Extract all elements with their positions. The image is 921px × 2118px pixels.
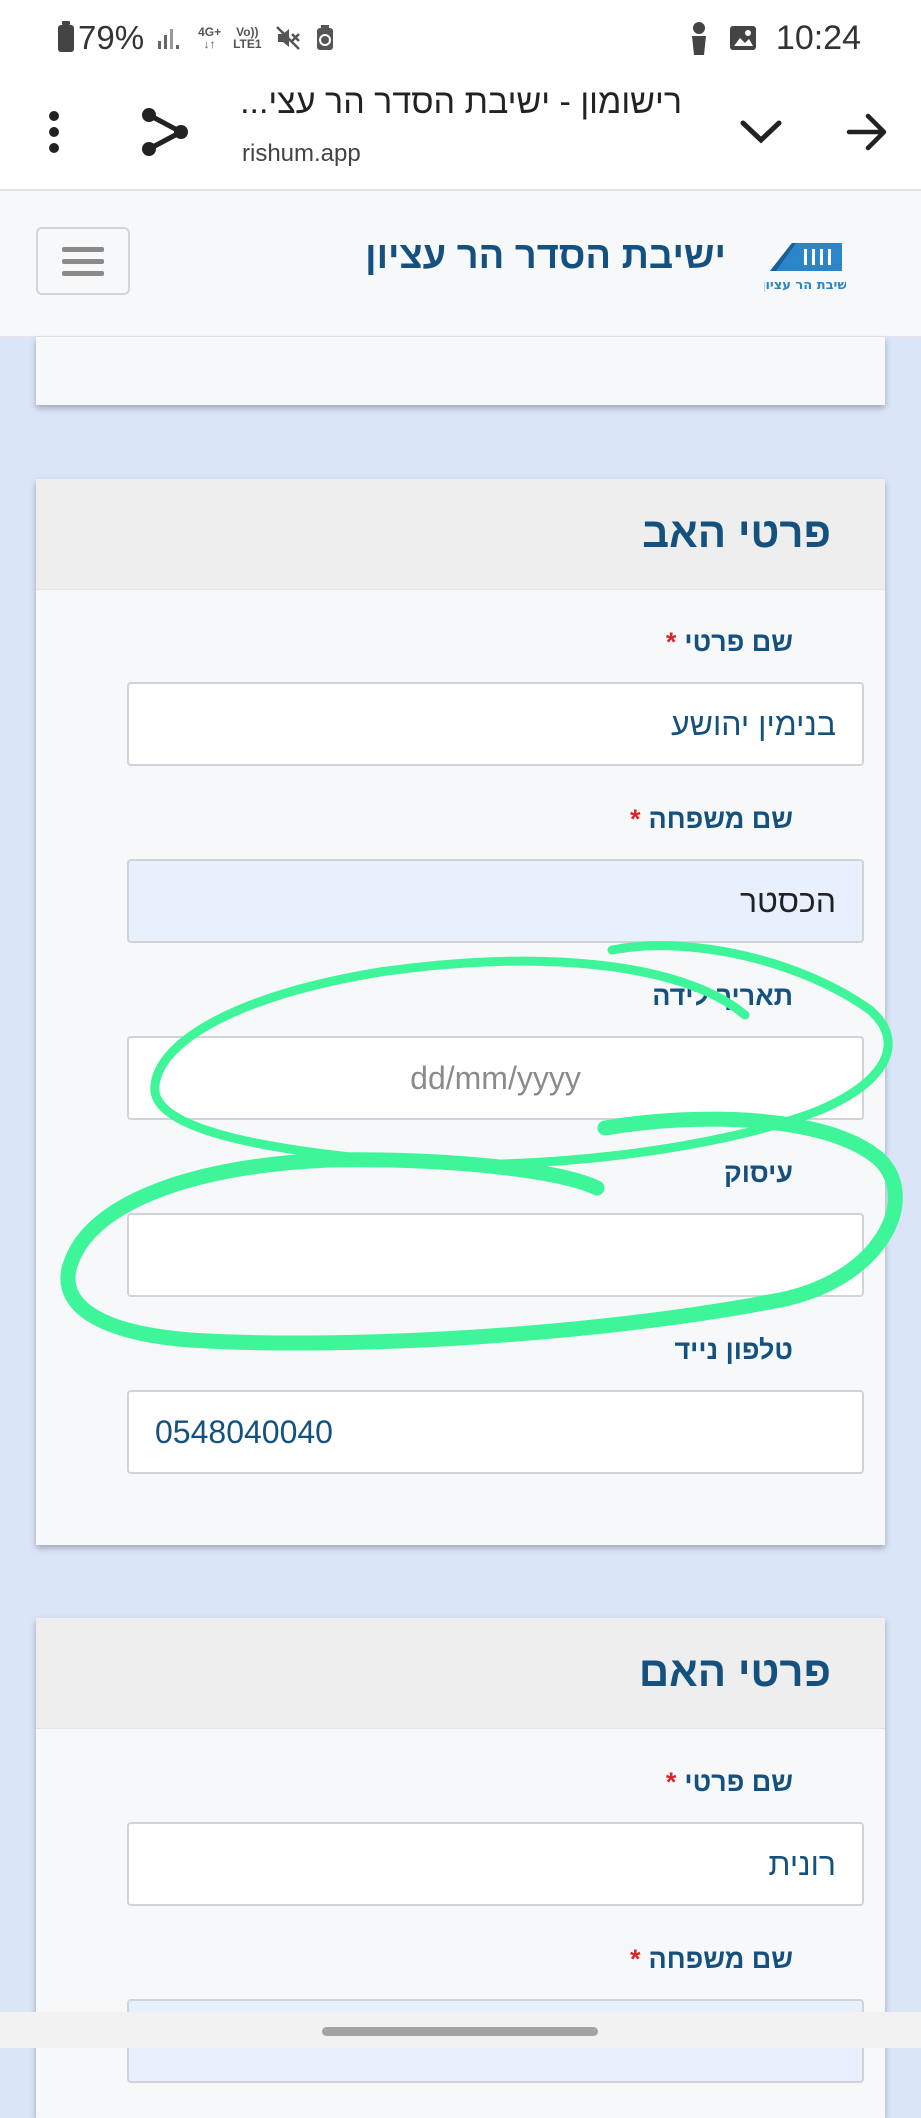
mother-card-header: פרטי האם [36,1618,885,1729]
mother-heading: פרטי האם [638,1648,831,1695]
hamburger-line [62,258,104,264]
required-marker: * [629,804,641,834]
mother-last-name-label: שם משפחה* [630,1944,793,1975]
logo-text: ישיבת הר עציון [764,278,846,293]
hamburger-line [62,270,104,276]
father-first-name-label: שם פרטי* [666,627,793,658]
site-title[interactable]: ישיבת הסדר הר עציון [365,235,726,278]
father-details-card: פרטי האב שם פרטי* שם משפחה* תאריך לידה ע… [36,479,885,1545]
signal-icon [158,29,180,49]
mother-first-name-input[interactable] [127,1822,864,1906]
arrow-right-icon [846,113,887,151]
battery-indicator: 79% [58,19,144,57]
chevron-down-icon [740,120,782,144]
father-mobile-label: טלפון נייד [674,1335,793,1365]
image-notification-icon [729,26,756,50]
volte-icon: Vo)) LTE1 [233,26,261,50]
share-button[interactable] [130,97,200,167]
required-marker: * [665,627,677,657]
network-arrows: ↓↑ [203,37,216,51]
father-last-name-label: שם משפחה* [630,804,793,835]
clock: 10:24 [775,18,861,57]
hamburger-line [62,246,104,252]
expand-button[interactable] [726,97,796,167]
mute-icon [275,26,300,50]
battery-saver-icon [316,25,333,50]
father-heading: פרטי האב [642,509,831,556]
required-marker: * [665,1767,677,1797]
forward-button[interactable] [832,97,902,167]
required-marker: * [629,1944,641,1974]
more-vertical-icon [49,111,59,153]
father-first-name-input[interactable] [127,682,864,766]
person-notification-icon [691,22,706,55]
status-right: 10:24 [688,18,861,58]
father-card-header: פרטי האב [36,479,885,590]
volte-bottom: LTE1 [233,37,262,51]
page-url[interactable]: rishum.app [242,140,361,168]
mother-first-name-label-text: שם פרטי [684,1767,793,1797]
hamburger-menu-button[interactable] [36,227,130,295]
father-mobile-input[interactable] [127,1390,864,1474]
father-birth-date-input[interactable] [127,1036,864,1120]
page-title: רישומון - ישיבת הסדר הר עצי... [242,83,682,121]
father-first-name-label-text: שם פרטי [684,627,793,657]
battery-icon [58,20,74,52]
network-type-icon: 4G+ ↓↑ [198,26,221,50]
father-occupation-input[interactable] [127,1213,864,1297]
father-birth-date-label: תאריך לידה [652,981,793,1011]
mother-last-name-label-text: שם משפחה [648,1944,793,1974]
previous-section-card [36,337,885,405]
site-header: ישיבת הסדר הר עציון ישיבת הר עציון [0,191,921,337]
share-icon [142,108,188,156]
mother-first-name-label: שם פרטי* [666,1767,793,1798]
father-last-name-input[interactable] [127,859,864,943]
father-occupation-label: עיסוק [724,1158,793,1188]
battery-percent: 79% [78,19,145,56]
father-last-name-label-text: שם משפחה [648,804,793,834]
status-left: 79% 4G+ ↓↑ Vo)) LTE1 [58,18,336,58]
home-gesture-handle[interactable] [322,2027,598,2036]
browser-menu-button[interactable] [30,97,78,167]
status-bar: 79% 4G+ ↓↑ Vo)) LTE1 10:24 [0,0,921,75]
yeshiva-logo[interactable]: ישיבת הר עציון [764,233,846,293]
browser-toolbar: רישומון - ישיבת הסדר הר עצי... rishum.ap… [0,75,921,191]
